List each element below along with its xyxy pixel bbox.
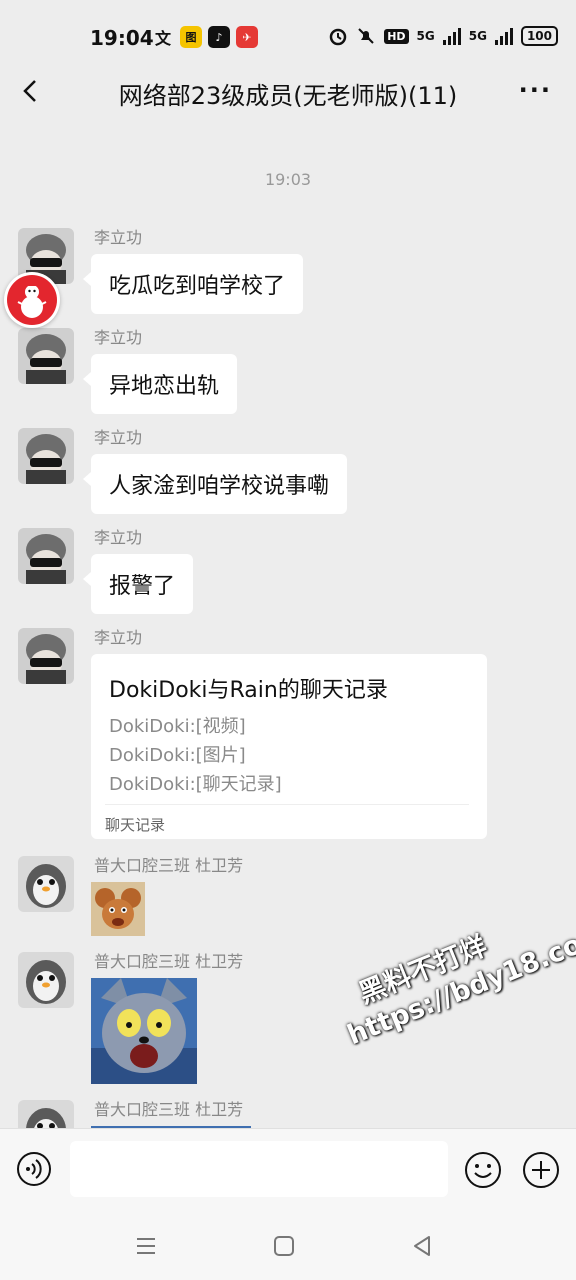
sender-name: 李立功 xyxy=(94,628,143,647)
chat-record-title: DokiDoki与Rain的聊天记录 xyxy=(109,678,388,703)
battery-indicator: 100 xyxy=(520,26,558,46)
system-nav-bar xyxy=(0,1212,576,1280)
status-indicators: HD 5G 5G 100 xyxy=(328,26,558,46)
chat-title: 网络部23级成员(无老师版)(11) xyxy=(118,82,458,110)
chevron-left-icon[interactable] xyxy=(16,76,46,106)
sender-name: 普大口腔三班 杜卫芳 xyxy=(94,856,244,875)
message-bubble[interactable]: 人家淦到咱学校说事嘞 xyxy=(82,454,348,514)
jerry-sticker[interactable] xyxy=(91,882,145,936)
sender-name: 普大口腔三班 杜卫芳 xyxy=(94,952,244,971)
avatar-penguin[interactable] xyxy=(18,952,74,1008)
avatar-penguin[interactable] xyxy=(18,1100,74,1128)
plus-icon[interactable] xyxy=(522,1151,560,1189)
chat-record-line: DokiDoki:[图片] xyxy=(109,745,246,766)
emoji-icon[interactable] xyxy=(464,1151,502,1189)
hd-badge: HD xyxy=(384,28,409,44)
signal-icon-2 xyxy=(494,27,513,45)
network-type-1: 5G xyxy=(416,29,435,43)
chat-record-footer: 聊天记录 xyxy=(105,816,166,834)
avatar-li-ligong[interactable] xyxy=(18,328,74,384)
input-bar xyxy=(0,1128,576,1213)
chat-record-line: DokiDoki:[视频] xyxy=(109,716,246,737)
message-bubble[interactable]: 异地恋出轨 xyxy=(82,354,238,414)
chat-record-line: DokiDoki:[聊天记录] xyxy=(109,774,282,795)
message-bubble[interactable]: 报警了 xyxy=(82,554,194,614)
card-divider xyxy=(105,804,469,805)
back-nav-icon[interactable] xyxy=(408,1232,436,1260)
chat-record-card[interactable]: DokiDoki与Rain的聊天记录 DokiDoki:[视频] DokiDok… xyxy=(91,654,487,839)
sender-name: 李立功 xyxy=(94,328,143,347)
yellow-app-icon: 图 xyxy=(180,26,202,48)
tom-sticker[interactable] xyxy=(91,978,197,1084)
avatar-li-ligong[interactable] xyxy=(18,628,74,684)
status-bar: 19:04 文 图 ♪ ✈ HD 5G 5G 100 xyxy=(0,0,576,70)
sender-name: 普大口腔三班 杜卫芳 xyxy=(94,1100,244,1119)
avatar-penguin[interactable] xyxy=(18,856,74,912)
sender-name: 李立功 xyxy=(94,528,143,547)
home-nav-icon[interactable] xyxy=(270,1232,298,1260)
floating-snowman-badge[interactable] xyxy=(4,272,60,328)
sender-name: 李立功 xyxy=(94,428,143,447)
chat-header: 网络部23级成员(无老师版)(11) ··· xyxy=(0,62,576,122)
red-app-icon: ✈ xyxy=(236,26,258,48)
status-app-icons: 文 图 ♪ ✈ xyxy=(152,26,258,48)
network-type-2: 5G xyxy=(468,29,487,43)
message-bubble[interactable]: 吃瓜吃到咱学校了 xyxy=(82,254,304,314)
more-options-button[interactable]: ··· xyxy=(519,76,552,104)
message-input[interactable] xyxy=(70,1141,448,1197)
voice-input-icon[interactable] xyxy=(16,1151,52,1187)
signal-icon xyxy=(442,27,461,45)
menu-nav-icon[interactable] xyxy=(132,1232,160,1260)
translate-app-icon: 文 xyxy=(154,29,171,48)
avatar-li-ligong[interactable] xyxy=(18,528,74,584)
sender-name: 李立功 xyxy=(94,228,143,247)
avatar-li-ligong[interactable] xyxy=(18,428,74,484)
mute-bell-icon xyxy=(358,28,374,44)
alarm-icon xyxy=(329,28,347,46)
status-time: 19:04 xyxy=(90,26,154,50)
message-timestamp: 19:03 xyxy=(264,170,312,189)
tiktok-icon: ♪ xyxy=(208,26,230,48)
